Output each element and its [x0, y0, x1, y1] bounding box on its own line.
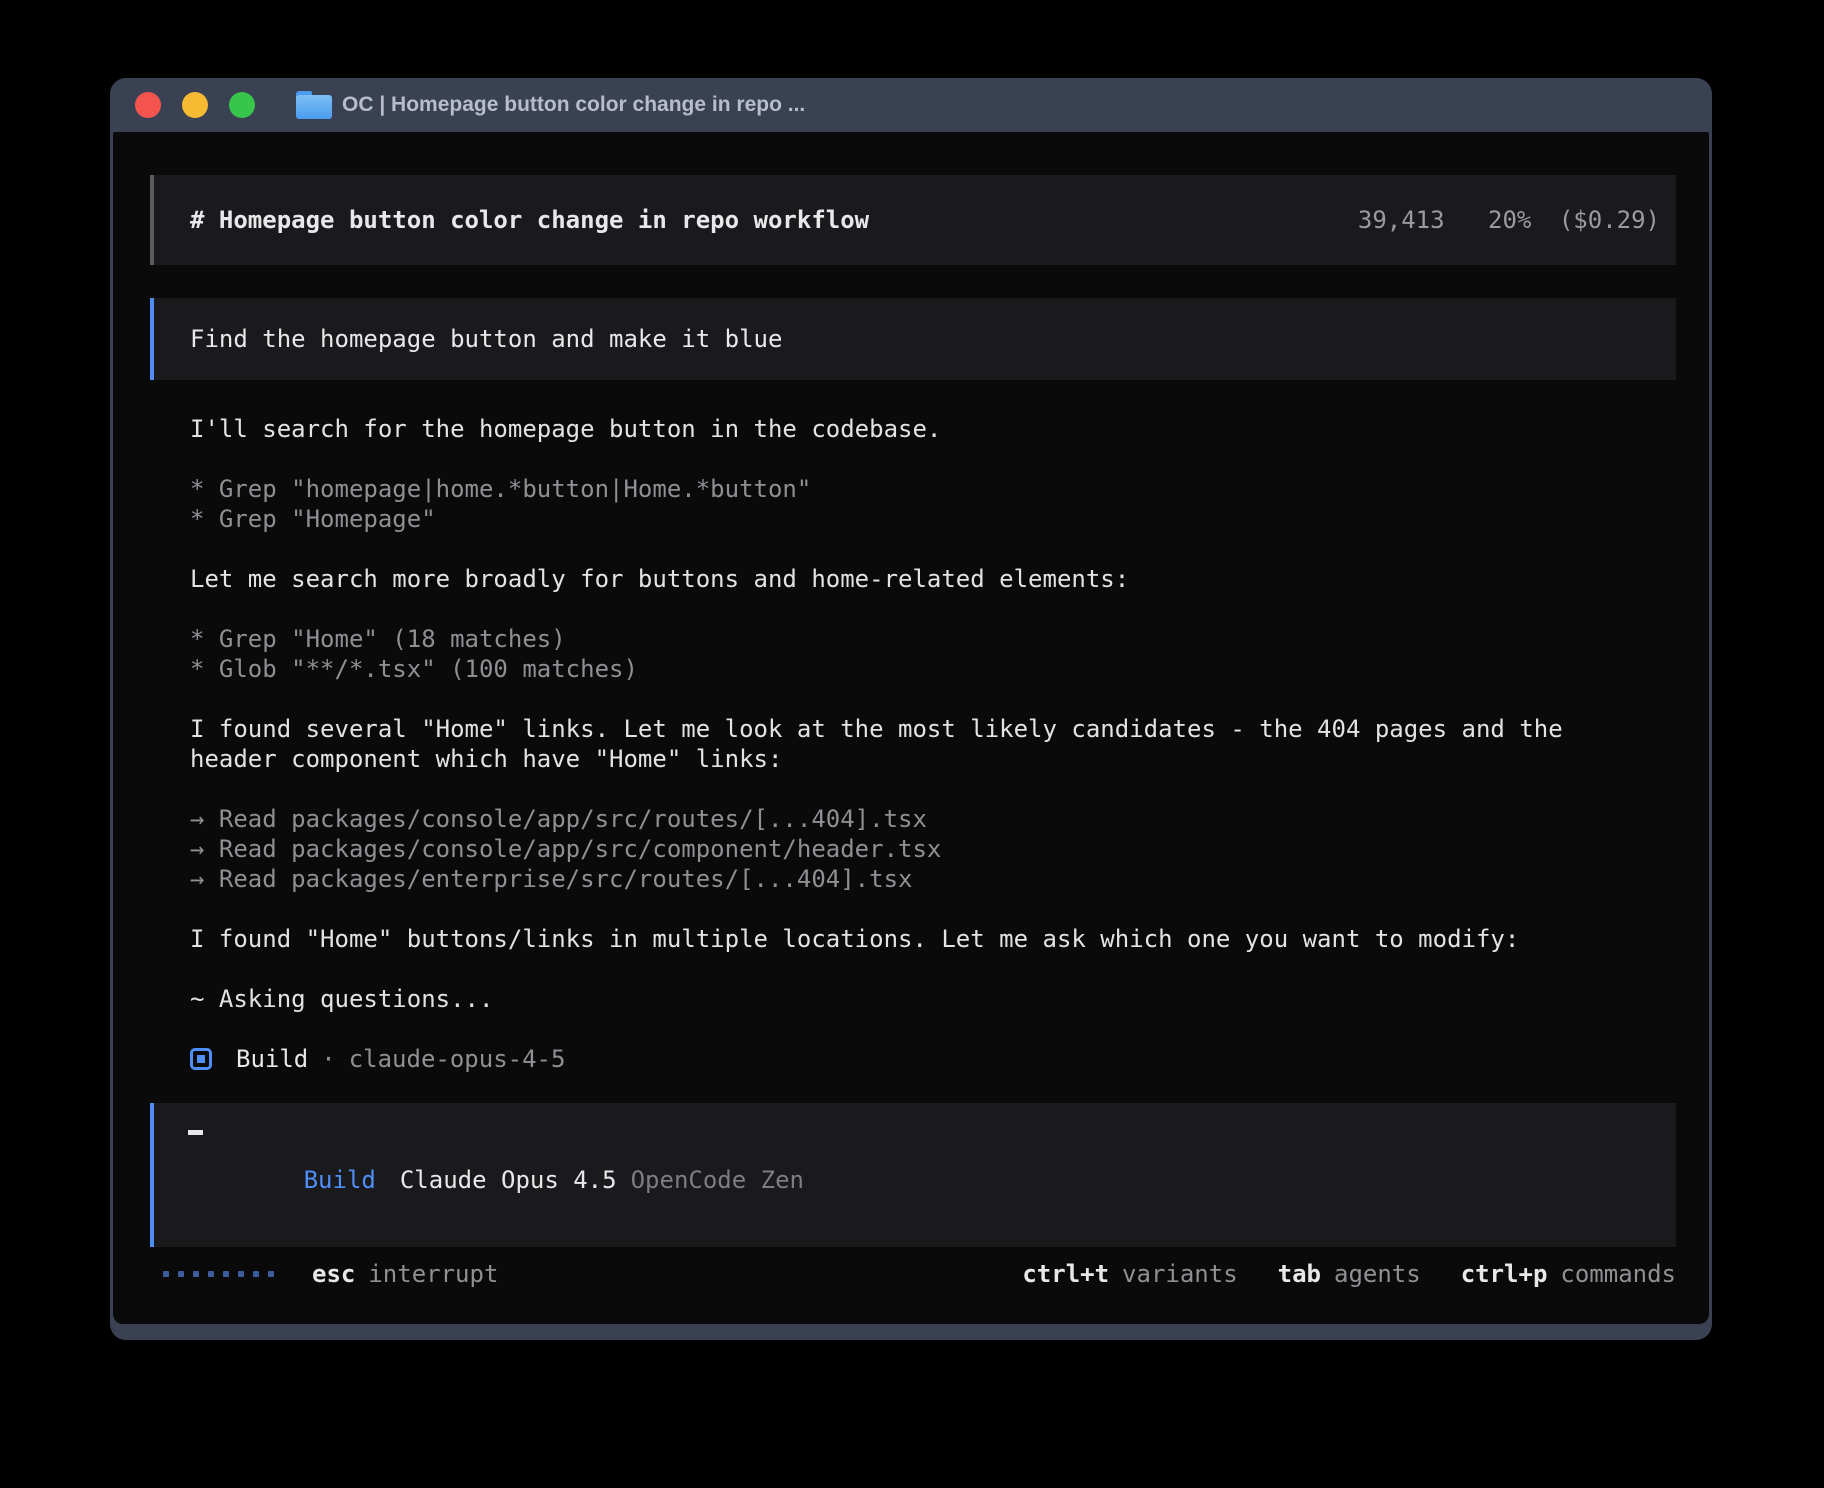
shortcut-hint: tab agents	[1278, 1259, 1421, 1289]
tool-call-line: → Read packages/console/app/src/componen…	[190, 834, 1650, 864]
tool-call-group: * Grep "homepage|home.*button|Home.*butt…	[190, 474, 1650, 534]
agent-model: claude-opus-4-5	[349, 1044, 566, 1074]
spinner-dot	[193, 1271, 199, 1277]
traffic-lights	[135, 92, 255, 118]
spinner-dot	[178, 1271, 184, 1277]
tool-call-line: → Read packages/enterprise/src/routes/[.…	[190, 864, 1650, 894]
close-button[interactable]	[135, 92, 161, 118]
assistant-text-group: ~ Asking questions...	[190, 984, 1650, 1014]
status-bar-left: esc interrupt	[150, 1259, 498, 1289]
build-square-icon	[190, 1048, 212, 1070]
assistant-text-group: I found "Home" buttons/links in multiple…	[190, 924, 1650, 954]
input-meta-row: Build Claude Opus 4.5 OpenCode Zen	[188, 1135, 1676, 1225]
input-model-label: Claude Opus 4.5	[400, 1166, 617, 1194]
spinner-dot	[208, 1271, 214, 1277]
prompt-input[interactable]: Build Claude Opus 4.5 OpenCode Zen	[150, 1103, 1676, 1247]
terminal-view: # Homepage button color change in repo w…	[113, 132, 1709, 1324]
app-window: OC | Homepage button color change in rep…	[110, 78, 1712, 1340]
tool-call-line: * Grep "Home" (18 matches)	[190, 624, 1650, 654]
assistant-text-line: I'll search for the homepage button in t…	[190, 414, 1650, 444]
shortcut-hint: ctrl+p commands	[1461, 1259, 1676, 1289]
tool-call-line: * Grep "homepage|home.*button|Home.*butt…	[190, 474, 1650, 504]
assistant-text-group: I'll search for the homepage button in t…	[190, 414, 1650, 444]
session-title: # Homepage button color change in repo w…	[190, 205, 869, 235]
agent-status-row: Build · claude-opus-4-5	[190, 1044, 1709, 1074]
user-message-text: Find the homepage button and make it blu…	[190, 324, 782, 354]
assistant-text-group: Let me search more broadly for buttons a…	[190, 564, 1650, 594]
folder-icon	[296, 91, 332, 119]
spinner-dots-icon	[163, 1271, 274, 1277]
window-title: OC | Homepage button color change in rep…	[342, 93, 805, 117]
user-message-block: Find the homepage button and make it blu…	[150, 298, 1676, 380]
assistant-text-line: Let me search more broadly for buttons a…	[190, 564, 1650, 594]
assistant-text-group: I found several "Home" links. Let me loo…	[190, 714, 1650, 774]
session-stats: 39,413 20% ($0.29)	[1358, 205, 1660, 235]
shortcut-key: ctrl+t	[1022, 1260, 1109, 1288]
shortcut-hint: ctrl+t variants	[1022, 1259, 1237, 1289]
spinner-dot	[238, 1271, 244, 1277]
context-percentage: 20%	[1488, 206, 1531, 234]
assistant-text-line: I found "Home" buttons/links in multiple…	[190, 924, 1650, 954]
tool-call-line: → Read packages/console/app/src/routes/[…	[190, 804, 1650, 834]
assistant-text-line: I found several "Home" links. Let me loo…	[190, 714, 1650, 744]
input-provider-label: OpenCode Zen	[631, 1166, 804, 1194]
esc-key-label: interrupt	[368, 1259, 498, 1289]
assistant-transcript: I'll search for the homepage button in t…	[190, 414, 1650, 1014]
tool-call-group: → Read packages/console/app/src/routes/[…	[190, 804, 1650, 894]
spinner-dot	[163, 1271, 169, 1277]
status-bar-shortcuts: ctrl+t variants tab agents ctrl+p commands	[1022, 1259, 1676, 1289]
tool-call-group: * Grep "Home" (18 matches)* Glob "**/*.t…	[190, 624, 1650, 684]
agent-name: Build	[236, 1044, 308, 1074]
input-mode-label: Build	[304, 1166, 376, 1194]
spinner-dot	[268, 1271, 274, 1277]
agent-separator: ·	[321, 1044, 335, 1074]
shortcut-label: agents	[1334, 1260, 1421, 1288]
assistant-text-line: ~ Asking questions...	[190, 984, 1650, 1014]
status-bar: esc interrupt ctrl+tvariantstabagentsctr…	[150, 1259, 1676, 1289]
shortcut-label: variants	[1122, 1260, 1238, 1288]
window-titlebar[interactable]: OC | Homepage button color change in rep…	[113, 78, 1709, 132]
shortcut-key: tab	[1278, 1260, 1321, 1288]
minimize-button[interactable]	[182, 92, 208, 118]
spinner-dot	[253, 1271, 259, 1277]
tool-call-line: * Grep "Homepage"	[190, 504, 1650, 534]
esc-key-hint: esc	[312, 1259, 355, 1289]
tool-call-line: * Glob "**/*.tsx" (100 matches)	[190, 654, 1650, 684]
session-cost: ($0.29)	[1559, 206, 1660, 234]
spinner-dot	[223, 1271, 229, 1277]
session-header: # Homepage button color change in repo w…	[150, 175, 1676, 265]
assistant-text-line: header component which have "Home" links…	[190, 744, 1650, 774]
shortcut-label: commands	[1560, 1260, 1676, 1288]
zoom-button[interactable]	[229, 92, 255, 118]
shortcut-key: ctrl+p	[1461, 1260, 1548, 1288]
token-count: 39,413	[1358, 206, 1445, 234]
